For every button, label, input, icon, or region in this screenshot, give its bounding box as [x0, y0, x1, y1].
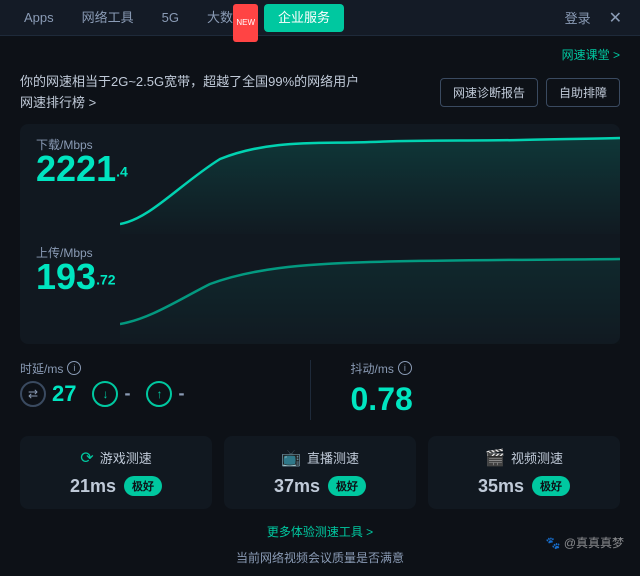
speed-chart	[120, 124, 620, 344]
live-speed-card[interactable]: 📺 直播测速 37ms 极好	[224, 436, 416, 509]
info-text-area: 你的网速相当于2G~2.5G宽带，超越了全国99%的网络用户 网速排行榜 >	[20, 72, 359, 114]
latency-down-icon: ↓	[92, 381, 118, 407]
video-title: 视频测速	[511, 448, 563, 467]
description-text: 你的网速相当于2G~2.5G宽带，超越了全国99%的网络用户	[20, 72, 359, 93]
video-icon: 🎬	[485, 448, 505, 468]
latency-neutral: ⇄ 27	[20, 381, 76, 407]
live-icon: 📺	[281, 448, 301, 468]
game-ms: 21ms	[70, 476, 116, 497]
survey-text: 当前网络视频会议质量是否满意	[20, 549, 620, 566]
video-speed-card[interactable]: 🎬 视频测速 35ms 极好	[428, 436, 620, 509]
live-card-header: 📺 直播测速	[281, 448, 359, 468]
video-card-header: 🎬 视频测速	[485, 448, 563, 468]
live-ms: 37ms	[274, 476, 320, 497]
game-badge: 极好	[124, 476, 162, 496]
stats-row: 时延/ms i ⇄ 27 ↓ - ↑ - 抖动/ms	[20, 360, 620, 420]
main-nav: Apps 网络工具 5G 大数据 NEW 企业服务 登录 ✕	[0, 0, 640, 36]
latency-down: ↓ -	[92, 381, 130, 407]
nav-apps[interactable]: Apps	[10, 0, 68, 36]
latency-label: 时延/ms i	[20, 360, 290, 377]
game-card-header: ⟳ 游戏测速	[80, 448, 151, 468]
live-badge: 极好	[328, 476, 366, 496]
video-badge: 极好	[532, 476, 570, 496]
rank-link[interactable]: 网速排行榜 >	[20, 93, 359, 114]
game-stats: 21ms 极好	[70, 476, 162, 497]
latency-info-icon[interactable]: i	[67, 361, 81, 375]
main-content: 网速课堂 > 你的网速相当于2G~2.5G宽带，超越了全国99%的网络用户 网速…	[0, 36, 640, 576]
latency-values: ⇄ 27 ↓ - ↑ -	[20, 381, 290, 407]
latency-up: ↑ -	[146, 381, 184, 407]
speed-class-link[interactable]: 网速课堂 >	[562, 48, 620, 62]
nav-bigdata[interactable]: 大数据 NEW	[193, 0, 260, 36]
nav-5g[interactable]: 5G	[148, 0, 193, 36]
latency-up-icon: ↑	[146, 381, 172, 407]
speed-cards: ⟳ 游戏测速 21ms 极好 📺 直播测速 37ms 极好 🎬 视频测速	[20, 436, 620, 509]
nav-network-tools[interactable]: 网络工具	[68, 0, 148, 36]
download-value: 2221.4	[36, 148, 128, 190]
jitter-group: 抖动/ms i 0.78	[331, 360, 621, 418]
live-title: 直播测速	[307, 448, 359, 467]
jitter-value: 0.78	[351, 381, 621, 418]
nav-enterprise[interactable]: 企业服务	[264, 4, 344, 32]
selfhelp-button[interactable]: 自助排障	[546, 78, 620, 107]
more-tools-link-area: 更多体验测速工具 >	[20, 523, 620, 541]
jitter-info-icon[interactable]: i	[398, 361, 412, 375]
more-tools-link[interactable]: 更多体验测速工具 >	[267, 525, 373, 539]
top-link-area: 网速课堂 >	[20, 46, 620, 64]
latency-value: 27	[52, 381, 76, 407]
video-stats: 35ms 极好	[478, 476, 570, 497]
latency-up-value: -	[178, 383, 184, 404]
diagnosis-button[interactable]: 网速诊断报告	[440, 78, 538, 107]
video-ms: 35ms	[478, 476, 524, 497]
live-stats: 37ms 极好	[274, 476, 366, 497]
game-speed-card[interactable]: ⟳ 游戏测速 21ms 极好	[20, 436, 212, 509]
latency-neutral-icon: ⇄	[20, 381, 46, 407]
info-bar: 你的网速相当于2G~2.5G宽带，超越了全国99%的网络用户 网速排行榜 > 网…	[20, 72, 620, 114]
stats-divider	[310, 360, 311, 420]
info-buttons: 网速诊断报告 自助排障	[440, 78, 620, 107]
latency-down-value: -	[124, 383, 130, 404]
watermark: 🐾 @真真真梦	[546, 534, 624, 551]
new-badge: NEW	[233, 4, 258, 42]
latency-group: 时延/ms i ⇄ 27 ↓ - ↑ -	[20, 360, 290, 407]
game-icon: ⟳	[80, 448, 93, 468]
close-button[interactable]: ✕	[601, 8, 630, 28]
nav-login[interactable]: 登录	[555, 8, 601, 27]
upload-value: 193.72	[36, 256, 116, 298]
game-title: 游戏测速	[100, 448, 152, 467]
chart-area: 下载/Mbps 2221.4 上传/Mbps 193.72	[20, 124, 620, 344]
jitter-label: 抖动/ms i	[351, 360, 621, 377]
